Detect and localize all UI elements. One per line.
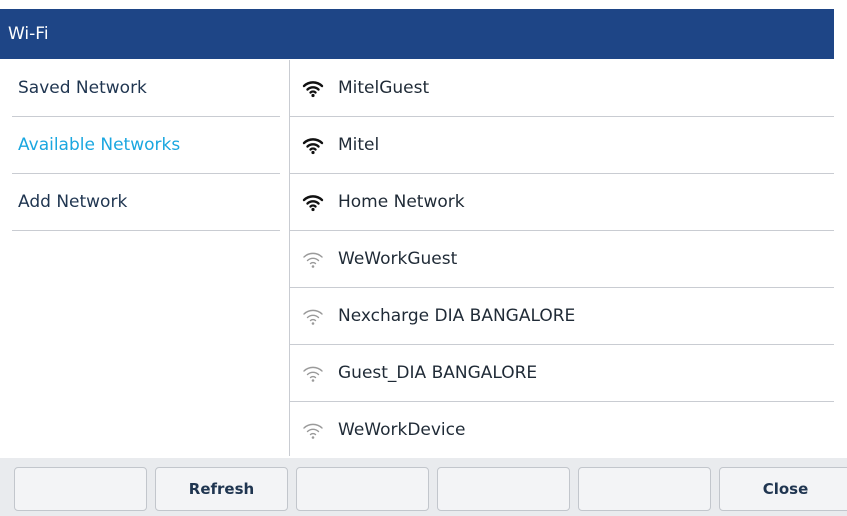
- network-ssid: Home Network: [338, 192, 465, 212]
- sidebar-item-label: Available Networks: [18, 135, 181, 155]
- sidebar-item-label: Saved Network: [18, 78, 147, 98]
- network-ssid: Guest_DIA BANGALORE: [338, 363, 538, 383]
- network-list: MitelGuest Mitel Home Network WeWorkGues…: [290, 60, 834, 459]
- wifi-weak-icon: [302, 249, 324, 269]
- network-row-weworkdevice[interactable]: WeWorkDevice: [290, 402, 834, 459]
- softkey-1-button[interactable]: [14, 467, 147, 511]
- softkey-4-button[interactable]: [437, 467, 570, 511]
- softkey-label: Refresh: [188, 480, 255, 498]
- network-row-nexcharge-dia-bangalore[interactable]: Nexcharge DIA BANGALORE: [290, 288, 834, 345]
- softkey-5-button[interactable]: [578, 467, 711, 511]
- wifi-weak-icon: [302, 363, 324, 383]
- wifi-strong-icon: [302, 135, 324, 155]
- network-ssid: Nexcharge DIA BANGALORE: [338, 306, 576, 326]
- network-ssid: Mitel: [338, 135, 380, 155]
- softkey-3-button[interactable]: [296, 467, 429, 511]
- network-ssid: WeWorkGuest: [338, 249, 458, 269]
- network-row-mitel[interactable]: Mitel: [290, 117, 834, 174]
- sidebar: Saved Network Available Networks Add Net…: [12, 60, 280, 231]
- network-row-home-network[interactable]: Home Network: [290, 174, 834, 231]
- sidebar-item-available-networks[interactable]: Available Networks: [12, 117, 280, 174]
- softkey-label: Close: [762, 480, 809, 498]
- network-row-mitelguest[interactable]: MitelGuest: [290, 60, 834, 117]
- sidebar-item-add-network[interactable]: Add Network: [12, 174, 280, 231]
- wifi-strong-icon: [302, 78, 324, 98]
- refresh-button[interactable]: Refresh: [155, 467, 288, 511]
- sidebar-item-label: Add Network: [18, 192, 128, 212]
- sidebar-item-saved-network[interactable]: Saved Network: [12, 60, 280, 117]
- wifi-weak-icon: [302, 420, 324, 440]
- wifi-strong-icon: [302, 192, 324, 212]
- close-button[interactable]: Close: [719, 467, 847, 511]
- network-row-weworkguest[interactable]: WeWorkGuest: [290, 231, 834, 288]
- title-bar: Wi-Fi: [0, 9, 834, 59]
- network-row-guest-dia-bangalore[interactable]: Guest_DIA BANGALORE: [290, 345, 834, 402]
- softkey-bar: Refresh Close: [0, 458, 847, 516]
- network-ssid: MitelGuest: [338, 78, 430, 98]
- wifi-weak-icon: [302, 306, 324, 326]
- network-ssid: WeWorkDevice: [338, 420, 466, 440]
- page-title: Wi-Fi: [8, 24, 49, 44]
